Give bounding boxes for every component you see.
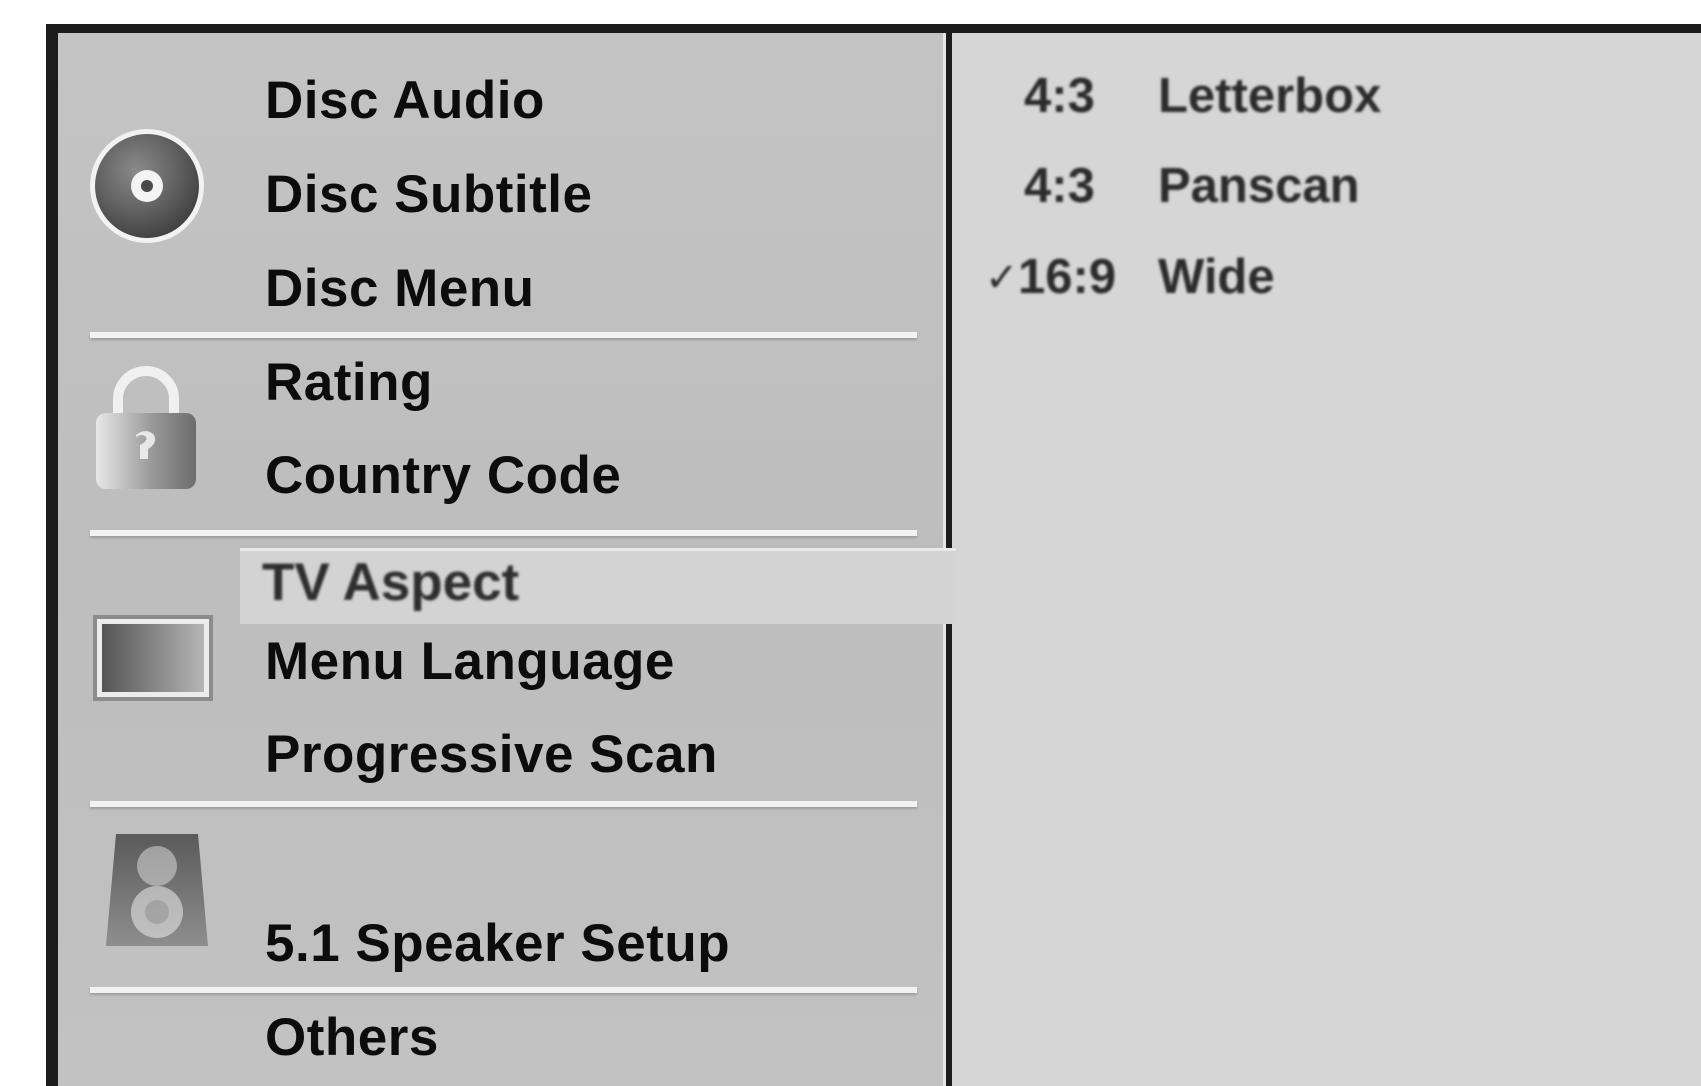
group-divider	[90, 332, 917, 338]
checkmark-icon: ✓	[985, 256, 1019, 300]
menu-item-others[interactable]: Others	[265, 1011, 439, 1064]
padlock-icon	[92, 365, 200, 493]
speaker-icon	[104, 832, 210, 948]
option-ratio-letterbox: 4:3	[1024, 69, 1095, 123]
group-divider	[90, 987, 917, 993]
menu-item-speaker-setup[interactable]: 5.1 Speaker Setup	[265, 917, 730, 970]
option-panscan[interactable]: Panscan	[1158, 162, 1360, 211]
menu-item-tv-aspect[interactable]: TV Aspect	[262, 556, 519, 609]
menu-item-disc-audio[interactable]: Disc Audio	[265, 74, 545, 127]
disc-icon	[88, 127, 206, 245]
menu-item-disc-menu[interactable]: Disc Menu	[265, 262, 535, 315]
option-ratio-wide: 16:9	[1018, 250, 1117, 304]
menu-item-country-code[interactable]: Country Code	[265, 449, 621, 502]
option-wide[interactable]: Wide	[1158, 253, 1275, 302]
menu-item-disc-subtitle[interactable]: Disc Subtitle	[265, 168, 593, 221]
menu-item-progressive-scan[interactable]: Progressive Scan	[265, 728, 718, 781]
option-letterbox[interactable]: Letterbox	[1158, 72, 1381, 121]
group-divider	[90, 530, 917, 536]
group-divider	[90, 801, 917, 807]
option-ratio-panscan: 4:3	[1024, 159, 1095, 213]
menu-item-menu-language[interactable]: Menu Language	[265, 635, 675, 688]
tv-screen-icon	[92, 614, 214, 702]
menu-item-rating[interactable]: Rating	[265, 356, 433, 409]
